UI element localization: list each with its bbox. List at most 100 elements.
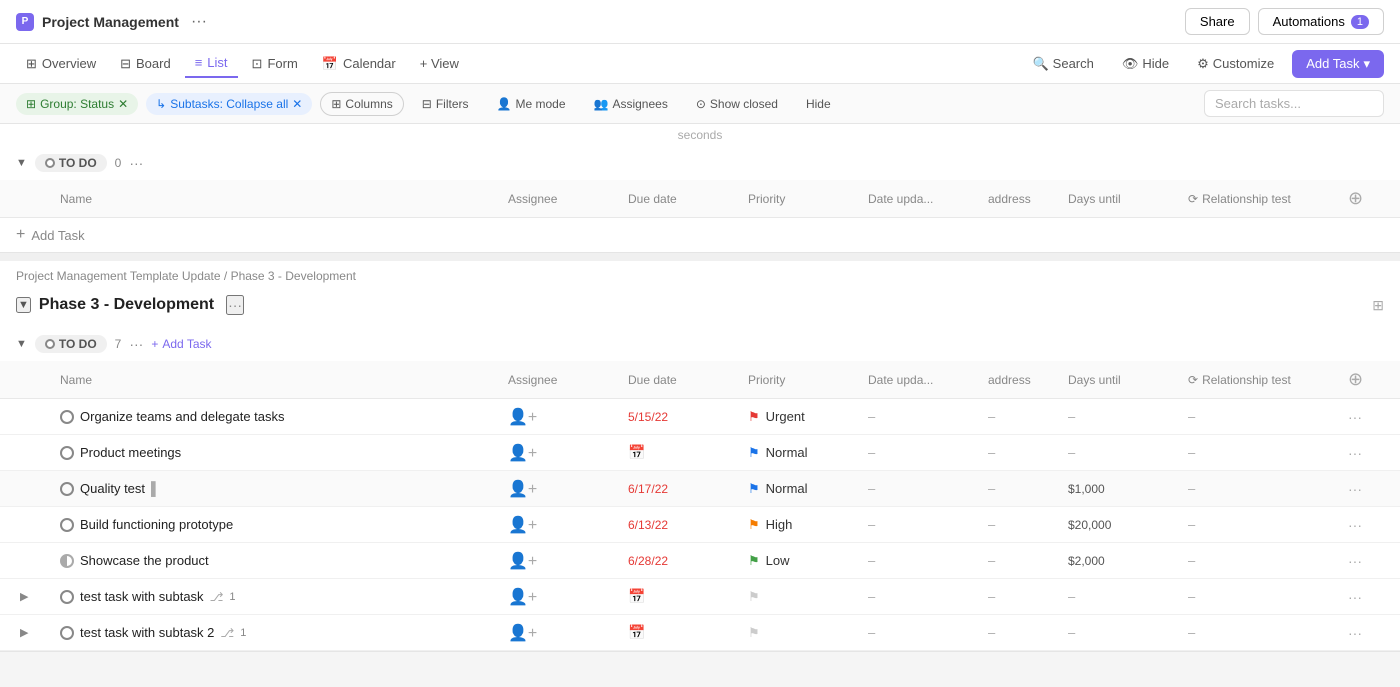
search-nav-button[interactable]: 🔍 Search	[1022, 51, 1103, 77]
group-toggle-phase3[interactable]: ▼	[16, 338, 27, 350]
add-view-button[interactable]: + View	[410, 50, 469, 77]
row5-assign-icon[interactable]: 👤+	[508, 551, 537, 571]
row1-name[interactable]: Organize teams and delegate tasks	[80, 409, 285, 424]
row6-duedate[interactable]: 📅	[624, 582, 744, 611]
row4-name[interactable]: Build functioning prototype	[80, 517, 233, 532]
todo-dots-top[interactable]: ···	[129, 155, 143, 171]
row1-priority[interactable]: ⚑ Urgent	[744, 403, 864, 431]
row6-name-cell: test task with subtask ⎇ 1	[56, 583, 504, 610]
toolbar: ⊞ Group: Status ✕ ↳ Subtasks: Collapse a…	[0, 84, 1400, 124]
customize-button[interactable]: ⚙ Customize	[1187, 51, 1284, 77]
row7-duedate[interactable]: 📅	[624, 618, 744, 647]
row4-relationship: –	[1184, 511, 1344, 538]
row3-duedate[interactable]: 6/17/22	[624, 476, 744, 502]
automations-button[interactable]: Automations 1	[1258, 8, 1384, 35]
phase3-dots-button[interactable]: ···	[226, 295, 244, 315]
tab-calendar[interactable]: 📅 Calendar	[312, 50, 406, 78]
assignees-label: Assignees	[612, 97, 667, 111]
row7-daysuntil-val: –	[1068, 625, 1075, 640]
row6-priority[interactable]: ⚑	[744, 583, 864, 611]
hide-chip[interactable]: Hide	[796, 93, 841, 115]
row6-more: ···	[1344, 583, 1384, 611]
row5-name[interactable]: Showcase the product	[80, 553, 209, 568]
hide-button[interactable]: 👁 Hide	[1112, 51, 1179, 77]
nav-tabs-left: ⊞ Overview ⊟ Board ≡ List ⊡ Form 📅 Calen…	[16, 49, 469, 78]
assignees-chip[interactable]: 👥 Assignees	[584, 93, 678, 115]
row7-name[interactable]: test task with subtask 2	[80, 625, 214, 640]
p3-col-expand	[16, 365, 56, 394]
section-separator	[0, 253, 1400, 261]
add-task-row-top[interactable]: + Add Task	[0, 218, 1400, 252]
row6-more-button[interactable]: ···	[1348, 589, 1362, 605]
row5-priority[interactable]: ⚑ Low	[744, 547, 864, 575]
row7-priority[interactable]: ⚑	[744, 619, 864, 647]
row5-more-button[interactable]: ···	[1348, 553, 1362, 569]
row4-duedate[interactable]: 6/13/22	[624, 512, 744, 538]
hide-label: Hide	[1142, 56, 1169, 71]
subtasks-close-icon[interactable]: ✕	[292, 97, 302, 111]
row7-expand-button[interactable]: ▶	[20, 626, 28, 639]
columns-chip[interactable]: ⊞ Columns	[320, 92, 403, 116]
show-closed-chip[interactable]: ⊙ Show closed	[686, 93, 788, 115]
add-column-button-top[interactable]: ⊕	[1348, 188, 1363, 209]
search-tasks-input[interactable]	[1204, 90, 1384, 117]
section-grid-button[interactable]: ⊞	[1372, 297, 1384, 314]
tab-form[interactable]: ⊡ Form	[242, 50, 308, 78]
row5-expand	[16, 555, 56, 567]
filters-chip[interactable]: ⊟ Filters	[412, 93, 479, 115]
p3-col-relationship: ⟳ Relationship test	[1184, 365, 1344, 394]
row1-dateupdated-val: –	[868, 409, 875, 424]
row7-flag-icon: ⚑	[748, 625, 760, 641]
row6-assign-icon[interactable]: 👤+	[508, 587, 537, 607]
row7-assign-icon[interactable]: 👤+	[508, 623, 537, 643]
group-status-chip[interactable]: ⊞ Group: Status ✕	[16, 93, 138, 115]
row4-priority[interactable]: ⚑ High	[744, 511, 864, 539]
row2-flag-icon: ⚑	[748, 445, 760, 461]
row1-more-button[interactable]: ···	[1348, 409, 1362, 425]
phase3-title: Phase 3 - Development	[39, 296, 214, 314]
group-close-icon[interactable]: ✕	[118, 97, 128, 111]
row6-expand-button[interactable]: ▶	[20, 590, 28, 603]
row3-name[interactable]: Quality test	[80, 481, 145, 496]
row5-relationship: –	[1184, 547, 1344, 574]
share-button[interactable]: Share	[1185, 8, 1250, 35]
add-task-inline-button[interactable]: + Add Task	[151, 337, 211, 351]
subtasks-chip[interactable]: ↳ Subtasks: Collapse all ✕	[146, 93, 312, 115]
row6-name[interactable]: test task with subtask	[80, 589, 204, 604]
subtasks-label: Subtasks: Collapse all	[170, 97, 288, 111]
group-toggle-top[interactable]: ▼	[16, 157, 27, 169]
add-task-button[interactable]: Add Task ▾	[1292, 50, 1384, 78]
todo-dots-phase3[interactable]: ···	[129, 336, 143, 352]
tab-list[interactable]: ≡ List	[185, 49, 238, 78]
row7-more-button[interactable]: ···	[1348, 625, 1362, 641]
row7-cal-icon: 📅	[628, 624, 645, 641]
row4-assign-icon[interactable]: 👤+	[508, 515, 537, 535]
row3-more-button[interactable]: ···	[1348, 481, 1362, 497]
plus-button-top[interactable]: +	[16, 226, 25, 244]
row4-address-val: –	[988, 517, 995, 532]
row2-name[interactable]: Product meetings	[80, 445, 181, 460]
row2-daysuntil-val: –	[1068, 445, 1075, 460]
row2-assign-icon[interactable]: 👤+	[508, 443, 537, 463]
row4-more-button[interactable]: ···	[1348, 517, 1362, 533]
row2-duedate[interactable]: 📅	[624, 438, 744, 467]
row2-priority[interactable]: ⚑ Normal	[744, 439, 864, 467]
row2-more-button[interactable]: ···	[1348, 445, 1362, 461]
row1-daysuntil-val: –	[1068, 409, 1075, 424]
tab-board[interactable]: ⊟ Board	[110, 50, 181, 78]
project-dots-button[interactable]: ···	[187, 11, 211, 33]
memode-chip[interactable]: 👤 Me mode	[487, 93, 576, 115]
phase3-collapse-button[interactable]: ▼	[16, 297, 31, 313]
row6-daysuntil-val: –	[1068, 589, 1075, 604]
tab-overview[interactable]: ⊞ Overview	[16, 50, 106, 78]
row1-assign-icon[interactable]: 👤+	[508, 407, 537, 427]
add-column-button-p3[interactable]: ⊕	[1348, 369, 1363, 390]
table-row: Product meetings 👤+ 📅 ⚑ Normal – – – – ·…	[0, 435, 1400, 471]
row1-duedate[interactable]: 5/15/22	[624, 404, 744, 430]
search-icon: 🔍	[1032, 56, 1048, 72]
row3-assign-icon[interactable]: 👤+	[508, 479, 537, 499]
row3-priority[interactable]: ⚑ Normal	[744, 475, 864, 503]
col-relationship-top: ⟳ Relationship test	[1184, 184, 1344, 213]
row3-date-value: 6/17/22	[628, 482, 668, 496]
row5-duedate[interactable]: 6/28/22	[624, 548, 744, 574]
